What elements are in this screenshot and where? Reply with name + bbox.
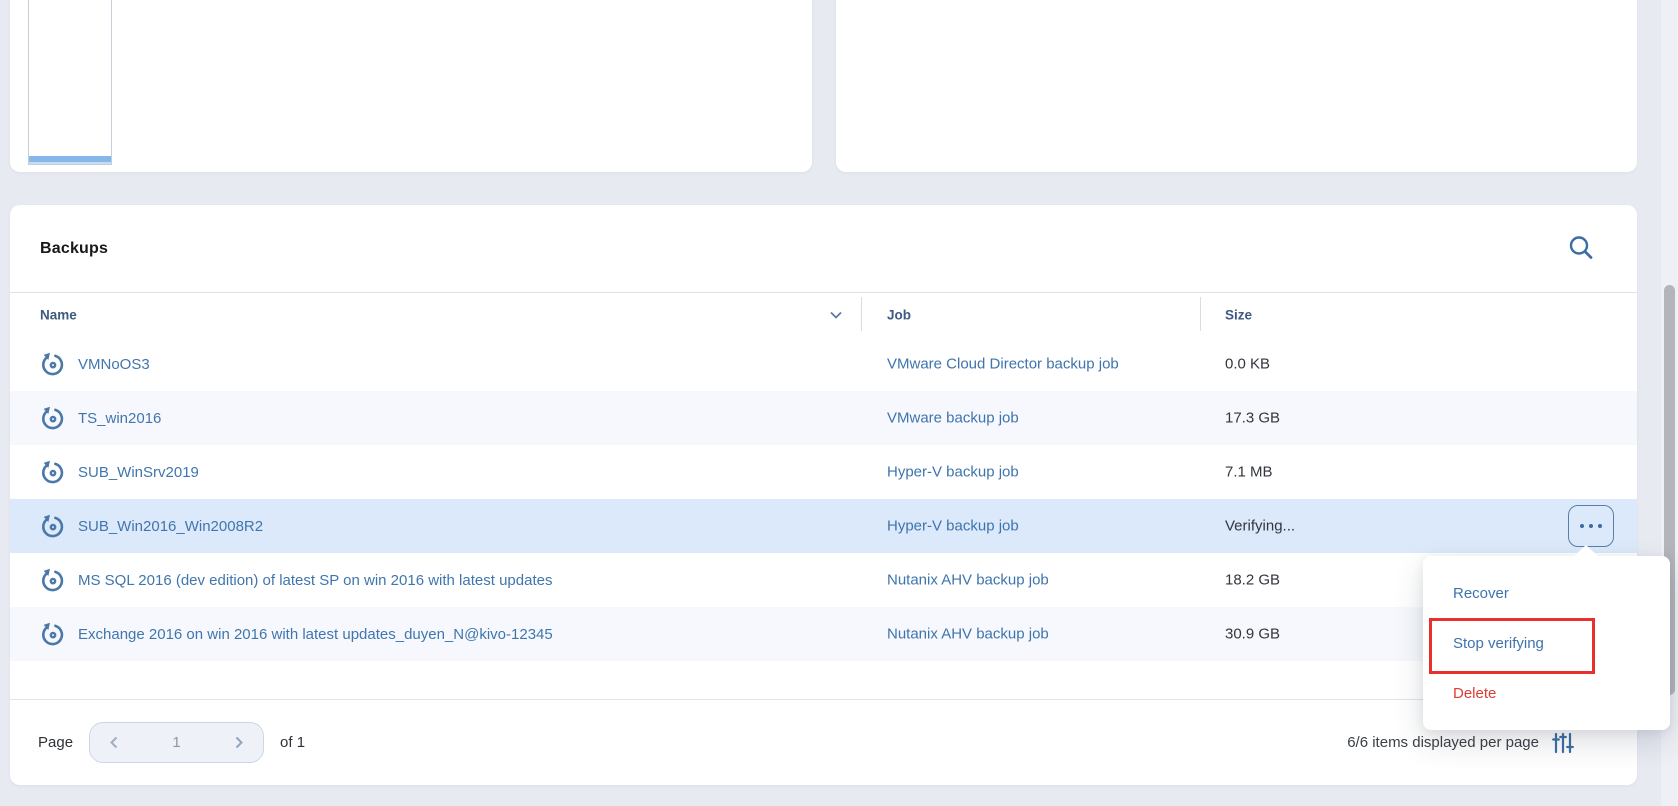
backup-name-cell: Exchange 2016 on win 2016 with latest up… — [40, 607, 553, 661]
backup-name: SUB_Win2016_Win2008R2 — [78, 518, 263, 535]
table-row[interactable]: SUB_Win2016_Win2008R2 Hyper-V backup job V… — [10, 499, 1637, 553]
table-row[interactable]: SUB_WinSrv2019 Hyper-V backup job 7.1 MB — [10, 445, 1637, 499]
table-header-row: Name Job Size — [10, 293, 1637, 337]
backup-icon — [40, 621, 66, 647]
menu-item-recover[interactable]: Recover — [1423, 568, 1670, 618]
context-menu: RecoverStop verifyingDelete — [1423, 556, 1670, 730]
table-row[interactable]: TS_win2016 VMware backup job 17.3 GB — [10, 391, 1637, 445]
column-header-name[interactable]: Name — [40, 308, 77, 323]
page-label: Page — [38, 734, 73, 751]
job-link[interactable]: Hyper-V backup job — [887, 518, 1019, 535]
job-link[interactable]: VMware backup job — [887, 410, 1019, 427]
table-row[interactable]: MS SQL 2016 (dev edition) of latest SP o… — [10, 553, 1637, 607]
panel-title: Backups — [40, 240, 108, 258]
panel-header: Backups — [10, 205, 1637, 293]
top-left-card — [10, 0, 812, 172]
table-row[interactable]: VMNoOS3 VMware Cloud Director backup job 0… — [10, 337, 1637, 391]
backup-name-cell: TS_win2016 — [40, 391, 161, 445]
current-page[interactable]: 1 — [172, 734, 180, 751]
backups-panel: Backups Name Job Size VMNoOS3 VMware Clou… — [10, 205, 1637, 785]
items-per-page-summary: 6/6 items displayed per page — [1347, 734, 1539, 751]
per-page-settings-icon[interactable] — [1551, 731, 1575, 755]
search-icon[interactable] — [1566, 233, 1596, 263]
thumbnail-active-bar — [29, 156, 111, 164]
backup-size: 30.9 GB — [1225, 626, 1280, 643]
backup-name: TS_win2016 — [78, 410, 161, 427]
backup-icon — [40, 459, 66, 485]
backup-name: Exchange 2016 on win 2016 with latest up… — [78, 626, 553, 643]
pagination-bar: Page 1 of 1 6/6 items displayed per page — [10, 699, 1637, 785]
backup-icon — [40, 405, 66, 431]
column-header-job[interactable]: Job — [887, 308, 911, 323]
backup-icon — [40, 351, 66, 377]
backup-name: MS SQL 2016 (dev edition) of latest SP o… — [78, 572, 552, 589]
context-menu-caret — [1574, 545, 1598, 556]
column-header-size[interactable]: Size — [1225, 308, 1252, 323]
previous-page-button[interactable] — [107, 735, 122, 750]
column-divider — [861, 297, 862, 331]
backup-size: 17.3 GB — [1225, 410, 1280, 427]
backup-size: 7.1 MB — [1225, 464, 1273, 481]
backup-name-cell: VMNoOS3 — [40, 337, 150, 391]
chevron-down-icon[interactable] — [828, 307, 844, 323]
menu-item-stop-verifying[interactable]: Stop verifying — [1423, 618, 1670, 668]
job-link[interactable]: Nutanix AHV backup job — [887, 572, 1049, 589]
next-page-button[interactable] — [231, 735, 246, 750]
backup-name: VMNoOS3 — [78, 356, 150, 373]
table-row[interactable]: Exchange 2016 on win 2016 with latest up… — [10, 607, 1637, 661]
backup-name-cell: MS SQL 2016 (dev edition) of latest SP o… — [40, 553, 552, 607]
backup-size: 0.0 KB — [1225, 356, 1270, 373]
backup-size: 18.2 GB — [1225, 572, 1280, 589]
job-link[interactable]: VMware Cloud Director backup job — [887, 356, 1119, 373]
menu-item-delete[interactable]: Delete — [1423, 668, 1670, 718]
page-of-label: of 1 — [280, 734, 305, 751]
job-link[interactable]: Nutanix AHV backup job — [887, 626, 1049, 643]
backup-name: SUB_WinSrv2019 — [78, 464, 199, 481]
page-stepper: 1 — [89, 722, 264, 763]
backup-name-cell: SUB_Win2016_Win2008R2 — [40, 499, 263, 553]
backup-icon — [40, 567, 66, 593]
backup-size: Verifying... — [1225, 518, 1295, 535]
more-actions-button[interactable] — [1568, 505, 1614, 547]
top-right-card — [836, 0, 1637, 172]
column-divider — [1200, 297, 1201, 331]
table-body: VMNoOS3 VMware Cloud Director backup job 0… — [10, 337, 1637, 661]
backup-icon — [40, 513, 66, 539]
job-link[interactable]: Hyper-V backup job — [887, 464, 1019, 481]
preview-thumbnail[interactable] — [28, 0, 112, 165]
backup-name-cell: SUB_WinSrv2019 — [40, 445, 199, 499]
